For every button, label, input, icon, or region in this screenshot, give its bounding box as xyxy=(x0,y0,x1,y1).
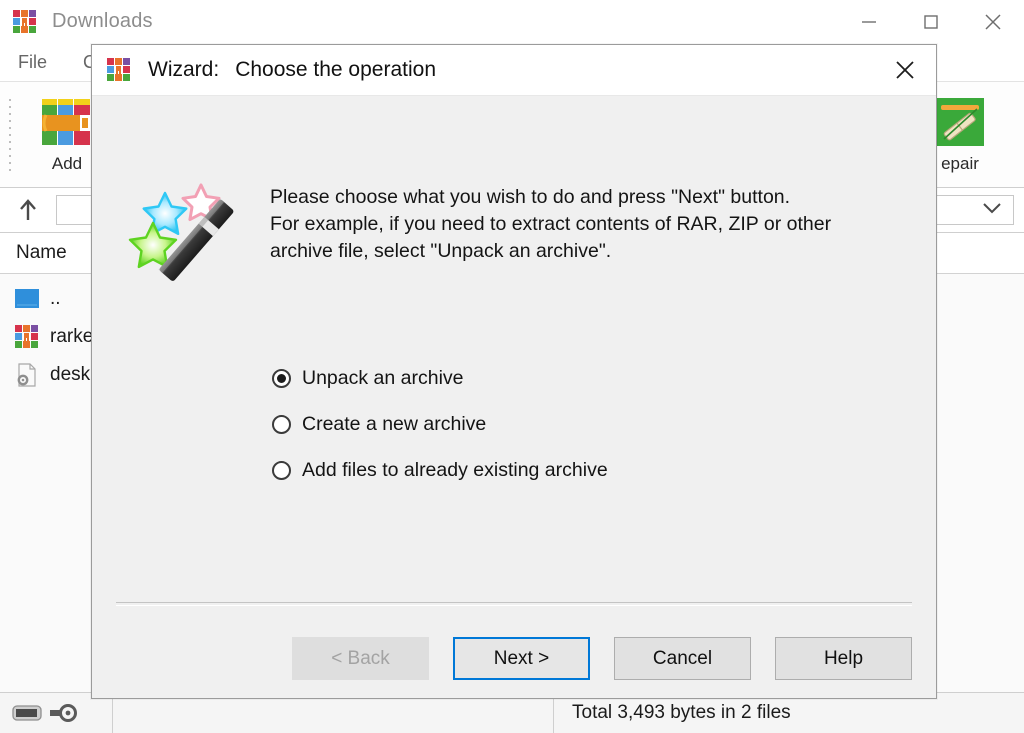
status-total-text: Total 3,493 bytes in 2 files xyxy=(572,702,791,723)
list-item-name: rarke xyxy=(50,326,94,347)
dialog-title: Wizard: Choose the operation xyxy=(148,58,436,82)
magic-wand-icon xyxy=(128,183,234,281)
next-button[interactable]: Next > xyxy=(453,637,590,680)
help-button[interactable]: Help xyxy=(775,637,912,680)
screen: Downloads File C Add epair Name .. rarke… xyxy=(0,0,1024,733)
instruction-line-2: For example, if you need to extract cont… xyxy=(270,213,832,235)
radio-label-create: Create a new archive xyxy=(302,412,487,435)
menu-item-file[interactable]: File xyxy=(18,52,47,73)
radio-label-unpack: Unpack an archive xyxy=(302,366,464,389)
minimize-icon xyxy=(862,20,876,23)
cancel-button[interactable]: Cancel xyxy=(614,637,751,680)
operation-radio-group: Unpack an archive Create a new archive A… xyxy=(272,361,608,499)
radio-label-add-files: Add files to already existing archive xyxy=(302,458,608,481)
instruction-line-3: archive file, select "Unpack an archive"… xyxy=(270,240,612,262)
dialog-separator xyxy=(116,602,912,606)
dialog-close-button[interactable] xyxy=(874,45,936,95)
maximize-icon xyxy=(924,14,938,29)
radio-unselected-icon xyxy=(272,414,291,434)
dialog-button-bar: < Back Next > Cancel Help xyxy=(92,637,936,680)
back-button[interactable]: < Back xyxy=(292,637,429,680)
status-icons xyxy=(0,702,112,724)
radio-add-files-to-existing-archive[interactable]: Add files to already existing archive xyxy=(272,453,608,487)
toolbar-label-repair: epair xyxy=(941,154,979,173)
dialog-instructions: Please choose what you wish to do and pr… xyxy=(270,184,910,265)
parent-folder-icon xyxy=(15,289,39,308)
dialog-title-prefix: Wizard: xyxy=(148,58,220,81)
up-arrow-icon xyxy=(20,199,36,220)
rar-archive-icon xyxy=(15,325,38,348)
status-message-area xyxy=(113,693,553,733)
key-icon[interactable] xyxy=(49,702,77,724)
radio-create-a-new-archive[interactable]: Create a new archive xyxy=(272,407,608,441)
dialog-title-subject: Choose the operation xyxy=(235,58,436,81)
instruction-line-1: Please choose what you wish to do and pr… xyxy=(270,186,791,208)
radio-selected-icon xyxy=(272,368,291,388)
config-file-icon xyxy=(17,363,36,387)
dialog-body: Please choose what you wish to do and pr… xyxy=(92,96,936,698)
chevron-down-icon xyxy=(981,201,1003,220)
window-controls xyxy=(838,0,1024,43)
repair-archive-icon xyxy=(936,98,984,146)
winrar-app-icon xyxy=(107,58,130,81)
close-button[interactable] xyxy=(962,0,1024,43)
main-titlebar: Downloads xyxy=(0,0,1024,43)
list-item-name: desk xyxy=(50,364,91,385)
column-header-name[interactable]: Name xyxy=(16,242,67,264)
radio-unpack-an-archive[interactable]: Unpack an archive xyxy=(272,361,608,395)
close-icon xyxy=(985,13,1001,30)
close-icon xyxy=(896,61,914,79)
list-item-name: .. xyxy=(50,288,61,309)
wizard-dialog: Wizard: Choose the operation Please choo… xyxy=(91,44,937,699)
dialog-titlebar: Wizard: Choose the operation xyxy=(92,45,936,96)
minimize-button[interactable] xyxy=(838,0,900,43)
radio-unselected-icon xyxy=(272,460,291,480)
up-one-level-button[interactable] xyxy=(0,197,56,223)
disk-indicator-icon[interactable] xyxy=(12,703,42,723)
maximize-button[interactable] xyxy=(900,0,962,43)
toolbar-grip[interactable] xyxy=(5,95,15,174)
main-window-title: Downloads xyxy=(52,10,153,32)
winrar-app-icon xyxy=(12,8,38,35)
toolbar-label-add: Add xyxy=(51,154,83,173)
add-archive-icon xyxy=(42,99,90,145)
